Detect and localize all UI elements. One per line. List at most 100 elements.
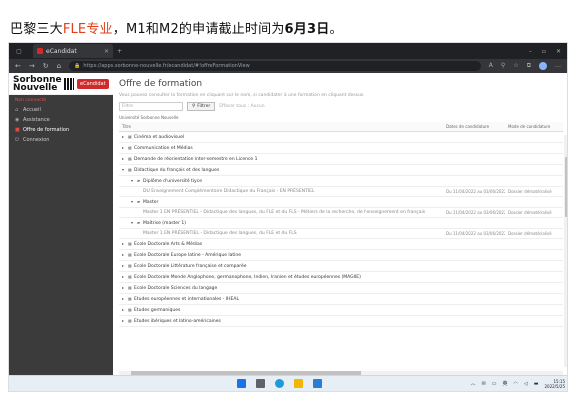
table-row[interactable]: ▸ ▦ Communication et Médias bbox=[119, 142, 563, 154]
ime-icon[interactable]: ▭ bbox=[492, 381, 497, 387]
collections-icon[interactable]: ⧉ bbox=[527, 62, 531, 70]
battery-icon[interactable]: ▬ bbox=[534, 381, 539, 387]
cell-extra bbox=[429, 228, 443, 239]
table-row[interactable]: ▸ ▦ Ecole Doctorale Arts & Médias bbox=[119, 238, 563, 250]
filter-button-label: Filtrer bbox=[197, 104, 211, 109]
brand-badge: eCandidat bbox=[77, 78, 109, 89]
sidebar-item-offre-formation[interactable]: ■ Offre de formation bbox=[9, 125, 113, 135]
table-row[interactable]: ▸ ▦ Ecole Doctorale Monde Anglophone, germ… bbox=[119, 271, 563, 283]
cell-dates bbox=[443, 271, 505, 283]
folder-icon[interactable] bbox=[294, 379, 303, 388]
sidebar-item-label: Accueil bbox=[23, 107, 41, 113]
filter-button[interactable]: ⚲ Filtrer bbox=[187, 102, 216, 111]
table-row[interactable]: DU Enseignement Complémentaire Didactiqu… bbox=[119, 186, 563, 197]
edge-icon[interactable] bbox=[275, 379, 284, 388]
maximize-icon[interactable]: ▫ bbox=[542, 48, 546, 55]
cell-title[interactable]: ▾ ▰ Master bbox=[119, 196, 429, 208]
scrollbar-thumb[interactable] bbox=[565, 157, 567, 217]
cell-title[interactable]: ▸ ▦ Ecole Doctorale Sciences du langage bbox=[119, 282, 429, 294]
cell-mode: Dossier dématérialisé bbox=[505, 207, 563, 218]
cell-dates bbox=[443, 282, 505, 294]
reset-filter-link[interactable]: Effacer tous : Aucun bbox=[219, 104, 264, 109]
cell-extra bbox=[429, 196, 443, 208]
explorer-icon[interactable] bbox=[256, 379, 265, 388]
zoom-icon[interactable]: ⚲ bbox=[501, 62, 505, 70]
main-content: Offre de formation Vous pouvez consulter… bbox=[113, 73, 567, 377]
cell-title[interactable]: Master 1 EN PRÉSENTIEL - Didactique des … bbox=[119, 228, 429, 239]
volume-icon[interactable]: ◁ bbox=[524, 381, 528, 387]
table-row[interactable]: ▸ ▦ Etudes ibériques et latino-américaines bbox=[119, 315, 563, 327]
table-row[interactable]: ▾ ▦ Didactique du français et des langues bbox=[119, 164, 563, 176]
tray-chevron-icon[interactable]: ︿ bbox=[471, 380, 476, 387]
cell-title[interactable]: ▸ ▦ Etudes germaniques bbox=[119, 304, 429, 316]
cell-title[interactable]: ▸ ▦ Etudes ibériques et latino-américaines bbox=[119, 315, 429, 327]
cell-title[interactable]: ▸ ▦ Cinéma et audiovisuel bbox=[119, 131, 429, 143]
row-title: Master bbox=[143, 200, 159, 205]
table-row[interactable]: ▸ ▦ Demande de réorientation inter-semestr… bbox=[119, 153, 563, 165]
row-title: Diplôme d'université tiyce bbox=[143, 179, 202, 184]
brand-header[interactable]: Sorbonne Nouvelle eCandidat bbox=[9, 73, 113, 95]
cell-dates bbox=[443, 249, 505, 261]
sidebar-item-label: Connexion bbox=[23, 137, 50, 143]
read-aloud-icon[interactable]: A bbox=[489, 62, 493, 70]
start-icon[interactable] bbox=[237, 379, 246, 388]
wifi-icon[interactable]: ◠ bbox=[514, 381, 518, 387]
table-row[interactable]: ▸ ▦ Ecole Doctorale Littérature française … bbox=[119, 260, 563, 272]
favorite-icon[interactable]: ☆ bbox=[513, 62, 518, 70]
cell-title[interactable]: ▸ ▦ Etudes européennes et internationales … bbox=[119, 293, 429, 305]
column-header-title[interactable]: Titre bbox=[119, 122, 429, 132]
cell-title[interactable]: ▸ ▦ Communication et Médias bbox=[119, 142, 429, 154]
table-row[interactable]: ▸ ▦ Ecole Doctorale Sciences du langage bbox=[119, 282, 563, 294]
table-row[interactable]: ▸ ▦ Etudes européennes et internationales … bbox=[119, 293, 563, 305]
table-row[interactable]: ▸ ▦ Cinéma et audiovisuel bbox=[119, 131, 563, 143]
new-tab-icon[interactable]: + bbox=[117, 48, 122, 55]
cell-extra bbox=[429, 153, 443, 165]
forward-icon[interactable]: → bbox=[29, 62, 35, 70]
more-icon[interactable]: … bbox=[555, 62, 561, 70]
mail-icon[interactable]: ✉ bbox=[482, 381, 486, 387]
language-indicator[interactable]: 英 bbox=[503, 380, 508, 387]
cell-title[interactable]: ▾ ▦ Didactique du français et des langues bbox=[119, 164, 429, 176]
cell-title[interactable]: ▸ ▦ Ecole Doctorale Monde Anglophone, germ… bbox=[119, 271, 429, 283]
table-row[interactable]: ▾ ▰ Diplôme d'université tiyce bbox=[119, 175, 563, 187]
column-header-dates[interactable]: Dates de candidature bbox=[443, 122, 505, 132]
cell-dates bbox=[443, 131, 505, 143]
address-bar[interactable]: 🔒 https://apps.sorbonne-nouvelle.fr/ecan… bbox=[69, 61, 481, 71]
window-menu-icon[interactable]: ▢ bbox=[9, 48, 29, 55]
cell-title[interactable]: ▸ ▦ Ecole Doctorale Arts & Médias bbox=[119, 238, 429, 250]
cell-title[interactable]: ▸ ▦ Ecole Doctorale Littérature française … bbox=[119, 260, 429, 272]
table-row[interactable]: Master 1 EN PRÉSENTIEL - Didactique des … bbox=[119, 228, 563, 239]
sidebar-item-accueil[interactable]: ⌂ Accueil bbox=[9, 105, 113, 115]
table-row[interactable]: ▸ ▦ Etudes germaniques bbox=[119, 304, 563, 316]
back-icon[interactable]: ← bbox=[15, 62, 21, 70]
sidebar-item-assistance[interactable]: ◉ Assistance bbox=[9, 115, 113, 125]
vertical-scrollbar[interactable] bbox=[564, 135, 567, 367]
close-tab-icon[interactable]: ✕ bbox=[104, 48, 109, 55]
table-row[interactable]: ▾ ▰ Maîtrise (master 1) bbox=[119, 217, 563, 229]
cell-title[interactable]: ▾ ▰ Diplôme d'université tiyce bbox=[119, 175, 429, 187]
row-title: Etudes européennes et internationales - … bbox=[134, 297, 239, 302]
store-icon[interactable] bbox=[313, 379, 322, 388]
profile-icon[interactable] bbox=[539, 62, 547, 70]
minimize-icon[interactable]: – bbox=[529, 48, 532, 55]
row-title: Master 1 EN PRÉSENTIEL - Didactique des … bbox=[143, 210, 426, 215]
filter-input[interactable]: Filtre bbox=[119, 102, 183, 111]
home-icon[interactable]: ⌂ bbox=[57, 62, 61, 70]
close-window-icon[interactable]: ✕ bbox=[556, 48, 561, 55]
cell-title[interactable]: ▸ ▦ Ecole Doctorale Europe latine - Amériq… bbox=[119, 249, 429, 261]
table-row[interactable]: ▾ ▰ Master bbox=[119, 196, 563, 208]
cell-mode bbox=[505, 249, 563, 261]
column-header-mode[interactable]: Mode de candidature bbox=[505, 122, 563, 132]
cell-title[interactable]: ▾ ▰ Maîtrise (master 1) bbox=[119, 217, 429, 229]
cell-mode: Dossier dématérialisé bbox=[505, 228, 563, 239]
cell-title[interactable]: ▸ ▦ Demande de réorientation inter-semestr… bbox=[119, 153, 429, 165]
table-row[interactable]: Master 1 EN PRÉSENTIEL - Didactique des … bbox=[119, 207, 563, 218]
reload-icon[interactable]: ↻ bbox=[43, 62, 49, 70]
search-icon: ⚲ bbox=[192, 104, 196, 109]
clock[interactable]: 15:15 2022/5/25 bbox=[544, 379, 565, 389]
cell-title[interactable]: Master 1 EN PRÉSENTIEL - Didactique des … bbox=[119, 207, 429, 218]
cell-title[interactable]: DU Enseignement Complémentaire Didactiqu… bbox=[119, 186, 429, 197]
browser-tab[interactable]: eCandidat ✕ bbox=[33, 44, 113, 58]
table-row[interactable]: ▸ ▦ Ecole Doctorale Europe latine - Amériq… bbox=[119, 249, 563, 261]
sidebar-item-connexion[interactable]: ⏻ Connexion bbox=[9, 135, 113, 145]
